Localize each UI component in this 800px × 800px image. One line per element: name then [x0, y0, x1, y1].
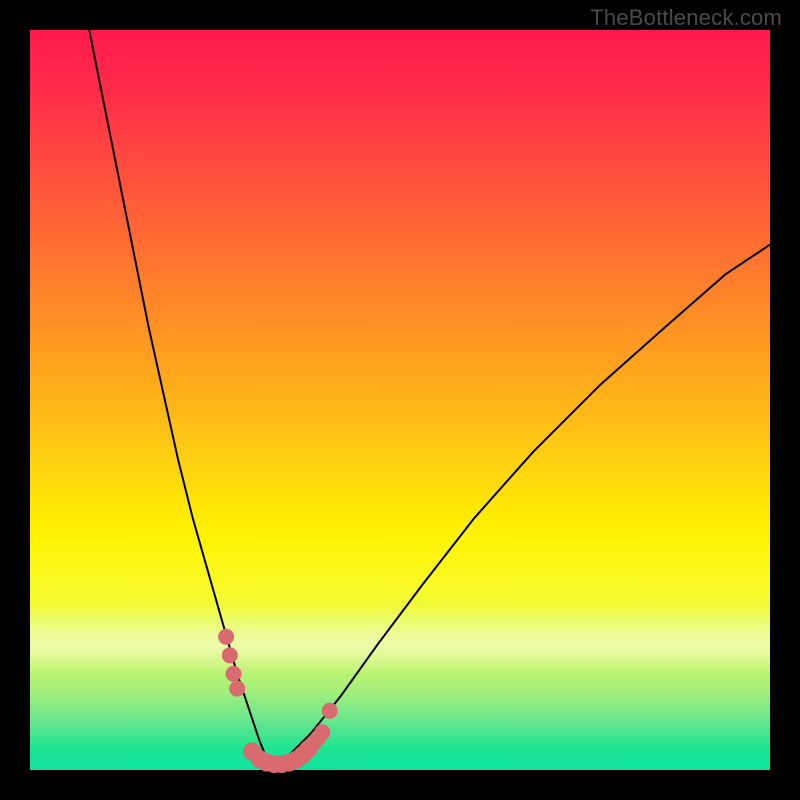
marker-group: [218, 629, 338, 773]
chart-frame: TheBottleneck.com: [0, 0, 800, 800]
chart-svg: [30, 30, 770, 770]
watermark-text: TheBottleneck.com: [590, 5, 782, 31]
marker-dot: [226, 666, 242, 682]
marker-dot: [322, 703, 338, 719]
marker-dot: [229, 681, 245, 697]
curve-right-branch: [274, 245, 770, 767]
curve-left-branch: [89, 30, 274, 766]
marker-dot: [218, 629, 234, 645]
marker-dot: [314, 724, 330, 740]
marker-dot: [222, 647, 238, 663]
plot-area: [30, 30, 770, 770]
